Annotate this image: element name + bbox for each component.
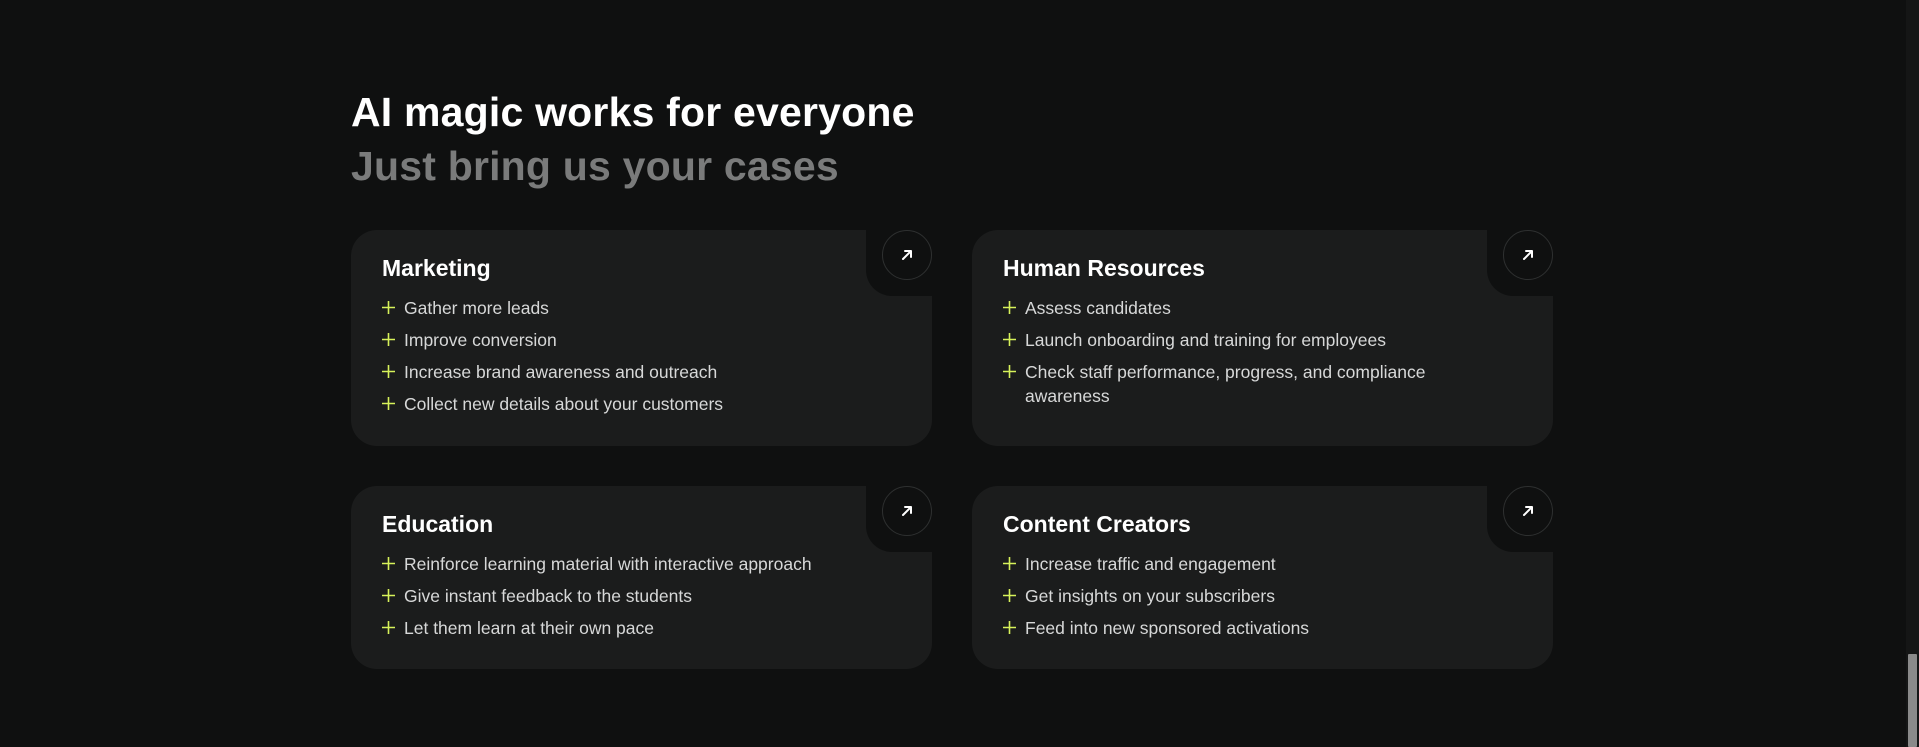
card-list: Reinforce learning material with interac… — [382, 552, 852, 648]
list-item: Feed into new sponsored activations — [1003, 616, 1473, 640]
scrollbar-thumb[interactable] — [1908, 654, 1917, 747]
list-item: Get insights on your subscribers — [1003, 584, 1473, 608]
list-item: Improve conversion — [382, 328, 852, 352]
plus-sparkle-icon — [382, 333, 395, 346]
plus-sparkle-icon — [382, 365, 395, 378]
page: AI magic works for everyone Just bring u… — [0, 0, 1919, 747]
plus-sparkle-icon — [1003, 301, 1016, 314]
list-item: Give instant feedback to the students — [382, 584, 852, 608]
plus-sparkle-icon — [1003, 589, 1016, 602]
list-item: Increase traffic and engagement — [1003, 552, 1473, 576]
card-human-resources[interactable]: Human Resources Assess candidates Launch… — [972, 230, 1553, 446]
arrow-up-right-icon[interactable] — [1503, 486, 1553, 536]
plus-sparkle-icon — [382, 557, 395, 570]
arrow-up-right-icon[interactable] — [882, 486, 932, 536]
list-item: Reinforce learning material with interac… — [382, 552, 852, 576]
card-list: Increase traffic and engagement Get insi… — [1003, 552, 1473, 648]
card-marketing[interactable]: Marketing Gather more leads Improve conv… — [351, 230, 932, 446]
plus-sparkle-icon — [382, 301, 395, 314]
list-item: Let them learn at their own pace — [382, 616, 852, 640]
card-title: Human Resources — [1003, 255, 1205, 281]
hero-section: AI magic works for everyone Just bring u… — [351, 86, 915, 192]
arrow-up-right-icon[interactable] — [1503, 230, 1553, 280]
card-list: Assess candidates Launch onboarding and … — [1003, 296, 1473, 416]
card-title: Marketing — [382, 255, 491, 281]
list-item: Launch onboarding and training for emplo… — [1003, 328, 1473, 352]
card-title: Content Creators — [1003, 511, 1191, 537]
list-item: Assess candidates — [1003, 296, 1473, 320]
scrollbar-track[interactable] — [1906, 0, 1919, 747]
card-education[interactable]: Education Reinforce learning material wi… — [351, 486, 932, 669]
plus-sparkle-icon — [382, 397, 395, 410]
card-list: Gather more leads Improve conversion Inc… — [382, 296, 852, 424]
card-content-creators[interactable]: Content Creators Increase traffic and en… — [972, 486, 1553, 669]
hero-subtitle: Just bring us your cases — [351, 143, 839, 189]
plus-sparkle-icon — [1003, 333, 1016, 346]
plus-sparkle-icon — [382, 589, 395, 602]
plus-sparkle-icon — [1003, 365, 1016, 378]
list-item: Gather more leads — [382, 296, 852, 320]
card-title: Education — [382, 511, 494, 537]
hero-title: AI magic works for everyone — [351, 89, 915, 135]
plus-sparkle-icon — [1003, 557, 1016, 570]
list-item: Increase brand awareness and outreach — [382, 360, 852, 384]
list-item: Check staff performance, progress, and c… — [1003, 360, 1473, 408]
plus-sparkle-icon — [1003, 621, 1016, 634]
list-item: Collect new details about your customers — [382, 392, 852, 416]
plus-sparkle-icon — [382, 621, 395, 634]
arrow-up-right-icon[interactable] — [882, 230, 932, 280]
